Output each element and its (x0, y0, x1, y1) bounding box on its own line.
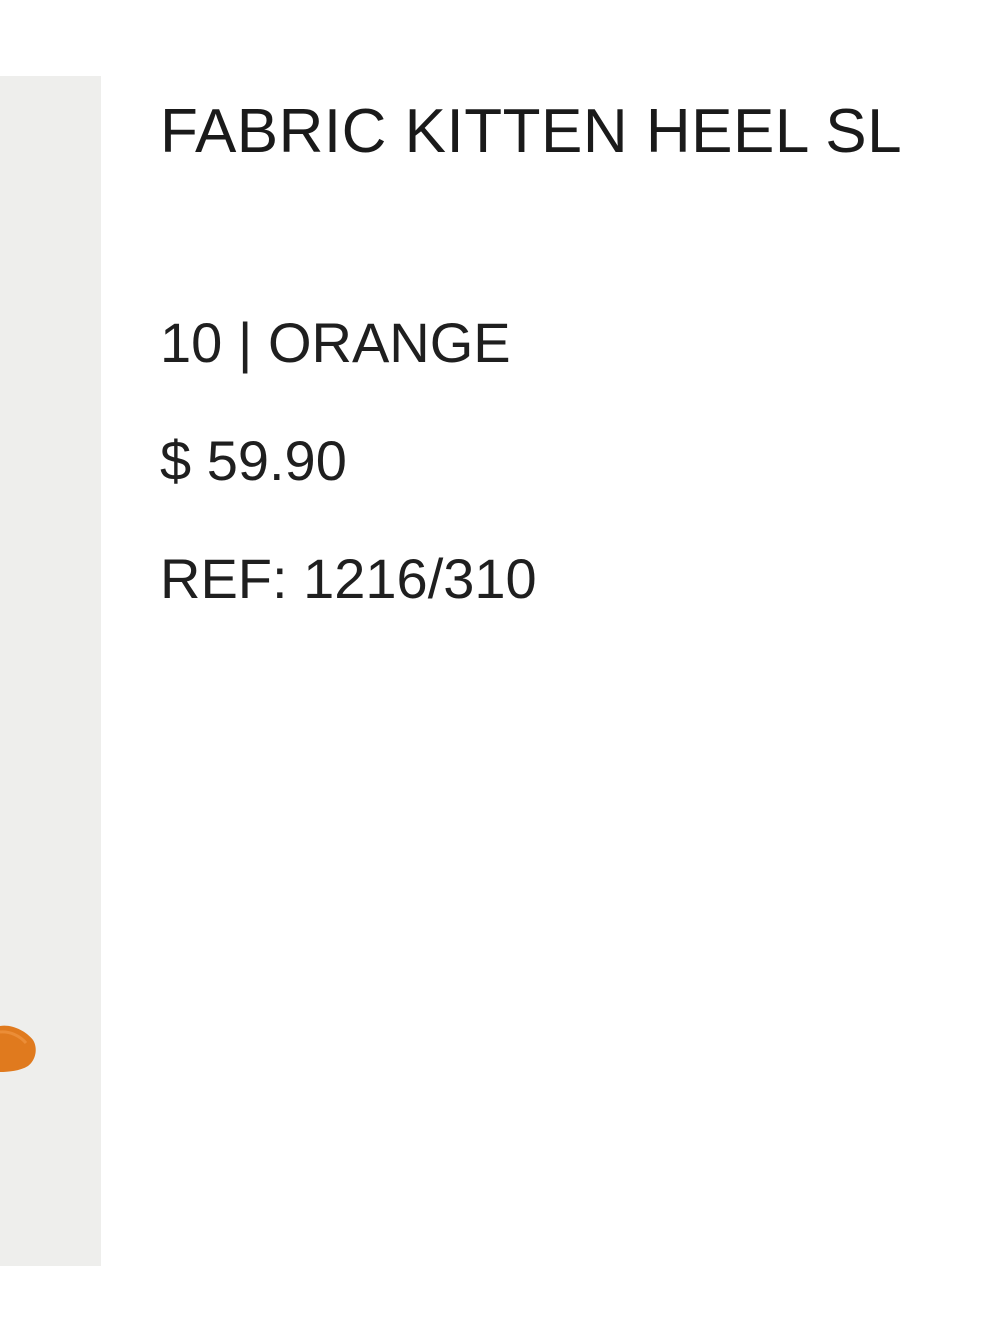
product-details: FABRIC KITTEN HEEL SL 10 | ORANGE $ 59.9… (160, 0, 998, 1333)
product-image[interactable] (0, 76, 101, 1266)
shoe-toe-shape (0, 1025, 36, 1072)
product-reference: REF: 1216/310 (160, 547, 537, 610)
product-price: $ 59.90 (160, 429, 347, 492)
product-title: FABRIC KITTEN HEEL SL (160, 97, 903, 166)
size-color-label: 10 | ORANGE (160, 311, 511, 374)
